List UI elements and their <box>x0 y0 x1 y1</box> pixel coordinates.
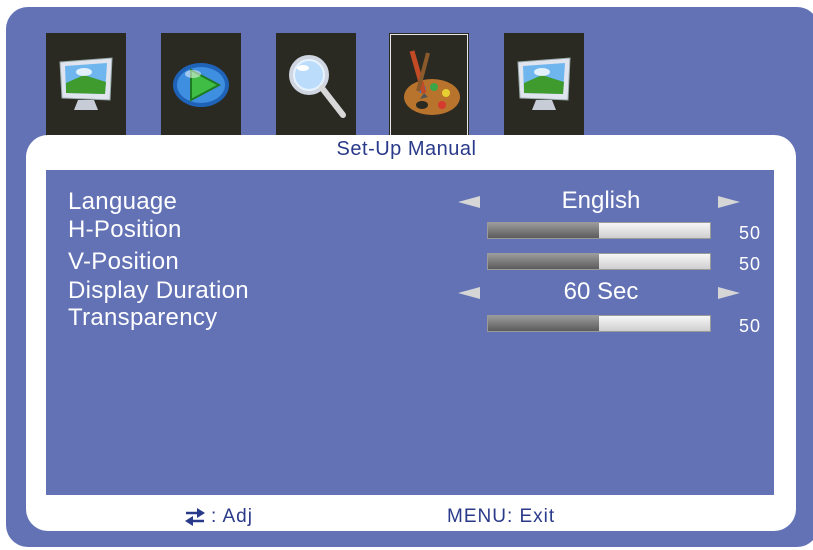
magnifier-icon <box>289 55 346 118</box>
tab-picture[interactable] <box>46 33 126 137</box>
play-arrow-icon <box>173 63 229 107</box>
setting-label-language: Language <box>68 188 178 215</box>
v-position-slider[interactable] <box>487 253 711 270</box>
arrow-right-icon[interactable] <box>718 196 740 208</box>
tab-setup[interactable] <box>389 33 469 137</box>
h-position-slider[interactable] <box>487 222 711 239</box>
v-position-value: 50 <box>739 254 762 274</box>
arrow-left-icon[interactable] <box>458 196 480 208</box>
h-position-slider-fill <box>488 223 599 238</box>
panel-title: Set-Up Manual <box>336 138 477 160</box>
swap-arrows-icon <box>185 508 205 526</box>
transparency-slider-fill <box>488 316 599 331</box>
setting-label-transparency: Transparency <box>68 304 218 331</box>
language-value: English <box>561 187 641 214</box>
setting-label-v-position: V-Position <box>68 248 180 275</box>
transparency-value: 50 <box>739 316 762 336</box>
transparency-slider[interactable] <box>487 315 711 332</box>
tab-display[interactable] <box>504 33 584 137</box>
paint-palette-icon <box>404 50 460 115</box>
exit-hint: MENU: Exit <box>447 506 556 527</box>
arrow-left-icon[interactable] <box>458 287 480 299</box>
tab-playback[interactable] <box>161 33 241 137</box>
settings-list: Language English H-Position 50 V-Positio… <box>46 170 774 495</box>
v-position-slider-fill <box>488 254 599 269</box>
monitor-landscape-icon <box>517 57 571 110</box>
h-position-value: 50 <box>739 223 762 243</box>
display-duration-value: 60 Sec <box>563 278 639 305</box>
tab-search[interactable] <box>276 33 356 137</box>
adjust-label: : Adj <box>211 506 253 527</box>
arrow-right-icon[interactable] <box>718 287 740 299</box>
setting-label-h-position: H-Position <box>68 216 182 243</box>
setting-label-display-duration: Display Duration <box>68 277 249 304</box>
picture-monitor-icon <box>59 57 113 110</box>
footer-adjust-hint: : Adj <box>183 506 253 528</box>
